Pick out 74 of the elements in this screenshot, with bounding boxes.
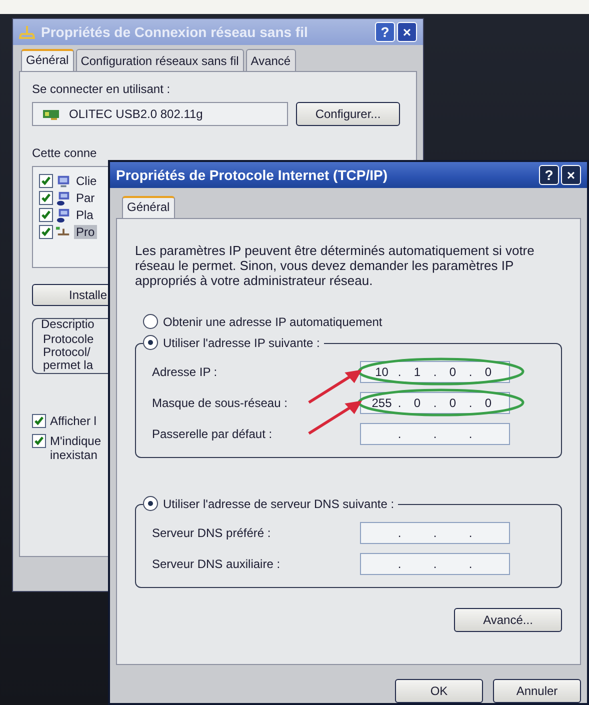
- checkbox-label: Afficher l: [50, 414, 96, 428]
- help-button[interactable]: ?: [539, 165, 559, 185]
- adapter-name: OLITEC USB2.0 802.11g: [69, 107, 203, 121]
- octet-separator: .: [396, 526, 402, 540]
- octet-separator: .: [432, 364, 438, 378]
- section-label: Se connecter en utilisant :: [32, 82, 172, 96]
- computer-icon: [56, 190, 71, 206]
- checkbox[interactable]: [39, 225, 53, 239]
- checkbox[interactable]: [39, 208, 53, 222]
- octet-separator: .: [396, 364, 402, 378]
- radio-label: Utiliser l'adresse de serveur DNS suivante :: [163, 496, 394, 510]
- octet: 0: [412, 396, 422, 410]
- window-title: Propriétés de Connexion réseau sans fil: [41, 24, 309, 40]
- description-text: permet la: [43, 359, 94, 372]
- checkbox[interactable]: [32, 434, 46, 448]
- octet-separator: .: [396, 556, 402, 570]
- field-label: Masque de sous-réseau :: [152, 396, 288, 410]
- checkbox-label: inexistan: [50, 448, 98, 462]
- field-label: Serveur DNS auxiliaire :: [152, 556, 282, 570]
- list-item[interactable]: Pro: [74, 225, 97, 239]
- list-item[interactable]: Pla: [74, 208, 96, 222]
- field-label: Adresse IP :: [152, 364, 218, 378]
- octet: 0: [448, 364, 458, 378]
- section-label: Cette conne: [32, 146, 98, 160]
- radio-label: Utiliser l'adresse IP suivante :: [163, 336, 320, 350]
- octet-separator: .: [432, 556, 438, 570]
- octet-separator: .: [468, 396, 474, 410]
- octet: 10: [374, 364, 390, 378]
- tab[interactable]: Général: [122, 196, 175, 218]
- octet-separator: .: [396, 426, 402, 440]
- octet: 255: [370, 396, 393, 410]
- octet-separator: .: [432, 426, 438, 440]
- field-label: Serveur DNS préféré :: [152, 526, 272, 540]
- radio-button[interactable]: [143, 496, 158, 511]
- octet: 0: [484, 396, 493, 410]
- octet-separator: .: [396, 396, 402, 410]
- list-item[interactable]: Clie: [74, 174, 99, 188]
- radio-button[interactable]: [143, 335, 158, 350]
- network-card-icon: [43, 108, 59, 120]
- advanced-button[interactable]: Avancé...: [454, 608, 562, 632]
- octet: 0: [484, 364, 493, 378]
- computer-icon: [56, 208, 71, 222]
- cancel-button[interactable]: Annuler: [493, 679, 581, 703]
- checkbox-label: M'indique: [50, 434, 101, 448]
- octet-separator: .: [432, 526, 438, 540]
- octet: 0: [448, 396, 458, 410]
- tab[interactable]: Avancé: [246, 49, 296, 71]
- octet: 1: [412, 364, 422, 378]
- tab[interactable]: Configuration réseaux sans fil: [76, 49, 244, 71]
- close-button[interactable]: ×: [561, 165, 581, 185]
- ip-address-field[interactable]: . . .: [360, 422, 510, 444]
- octet-separator: .: [468, 556, 474, 570]
- checkbox[interactable]: [32, 414, 46, 428]
- configure-button[interactable]: Configurer...: [296, 102, 400, 126]
- network-icon: [19, 25, 35, 39]
- description-text: Protocol/: [43, 346, 90, 359]
- list-item[interactable]: Par: [74, 191, 97, 205]
- radio-button[interactable]: [143, 314, 158, 329]
- ok-button[interactable]: OK: [395, 679, 483, 703]
- ip-address-field[interactable]: . . .: [360, 522, 510, 544]
- octet-separator: .: [468, 526, 474, 540]
- radio-label: Obtenir une adresse IP automatiquement: [163, 314, 382, 328]
- monitor-icon: [56, 174, 71, 188]
- tab[interactable]: Général: [21, 49, 74, 71]
- checkbox[interactable]: [39, 174, 53, 188]
- description-text: Protocole: [43, 333, 94, 346]
- group-legend: Descriptio: [39, 319, 96, 331]
- field-label: Passerelle par défaut :: [152, 426, 274, 440]
- octet-separator: .: [468, 426, 474, 440]
- octet-separator: .: [432, 396, 438, 410]
- window-title: Propriétés de Protocole Internet (TCP/IP): [116, 167, 388, 183]
- ip-address-field[interactable]: . . .: [360, 552, 510, 574]
- octet-separator: .: [468, 364, 474, 378]
- checkbox[interactable]: [39, 191, 53, 205]
